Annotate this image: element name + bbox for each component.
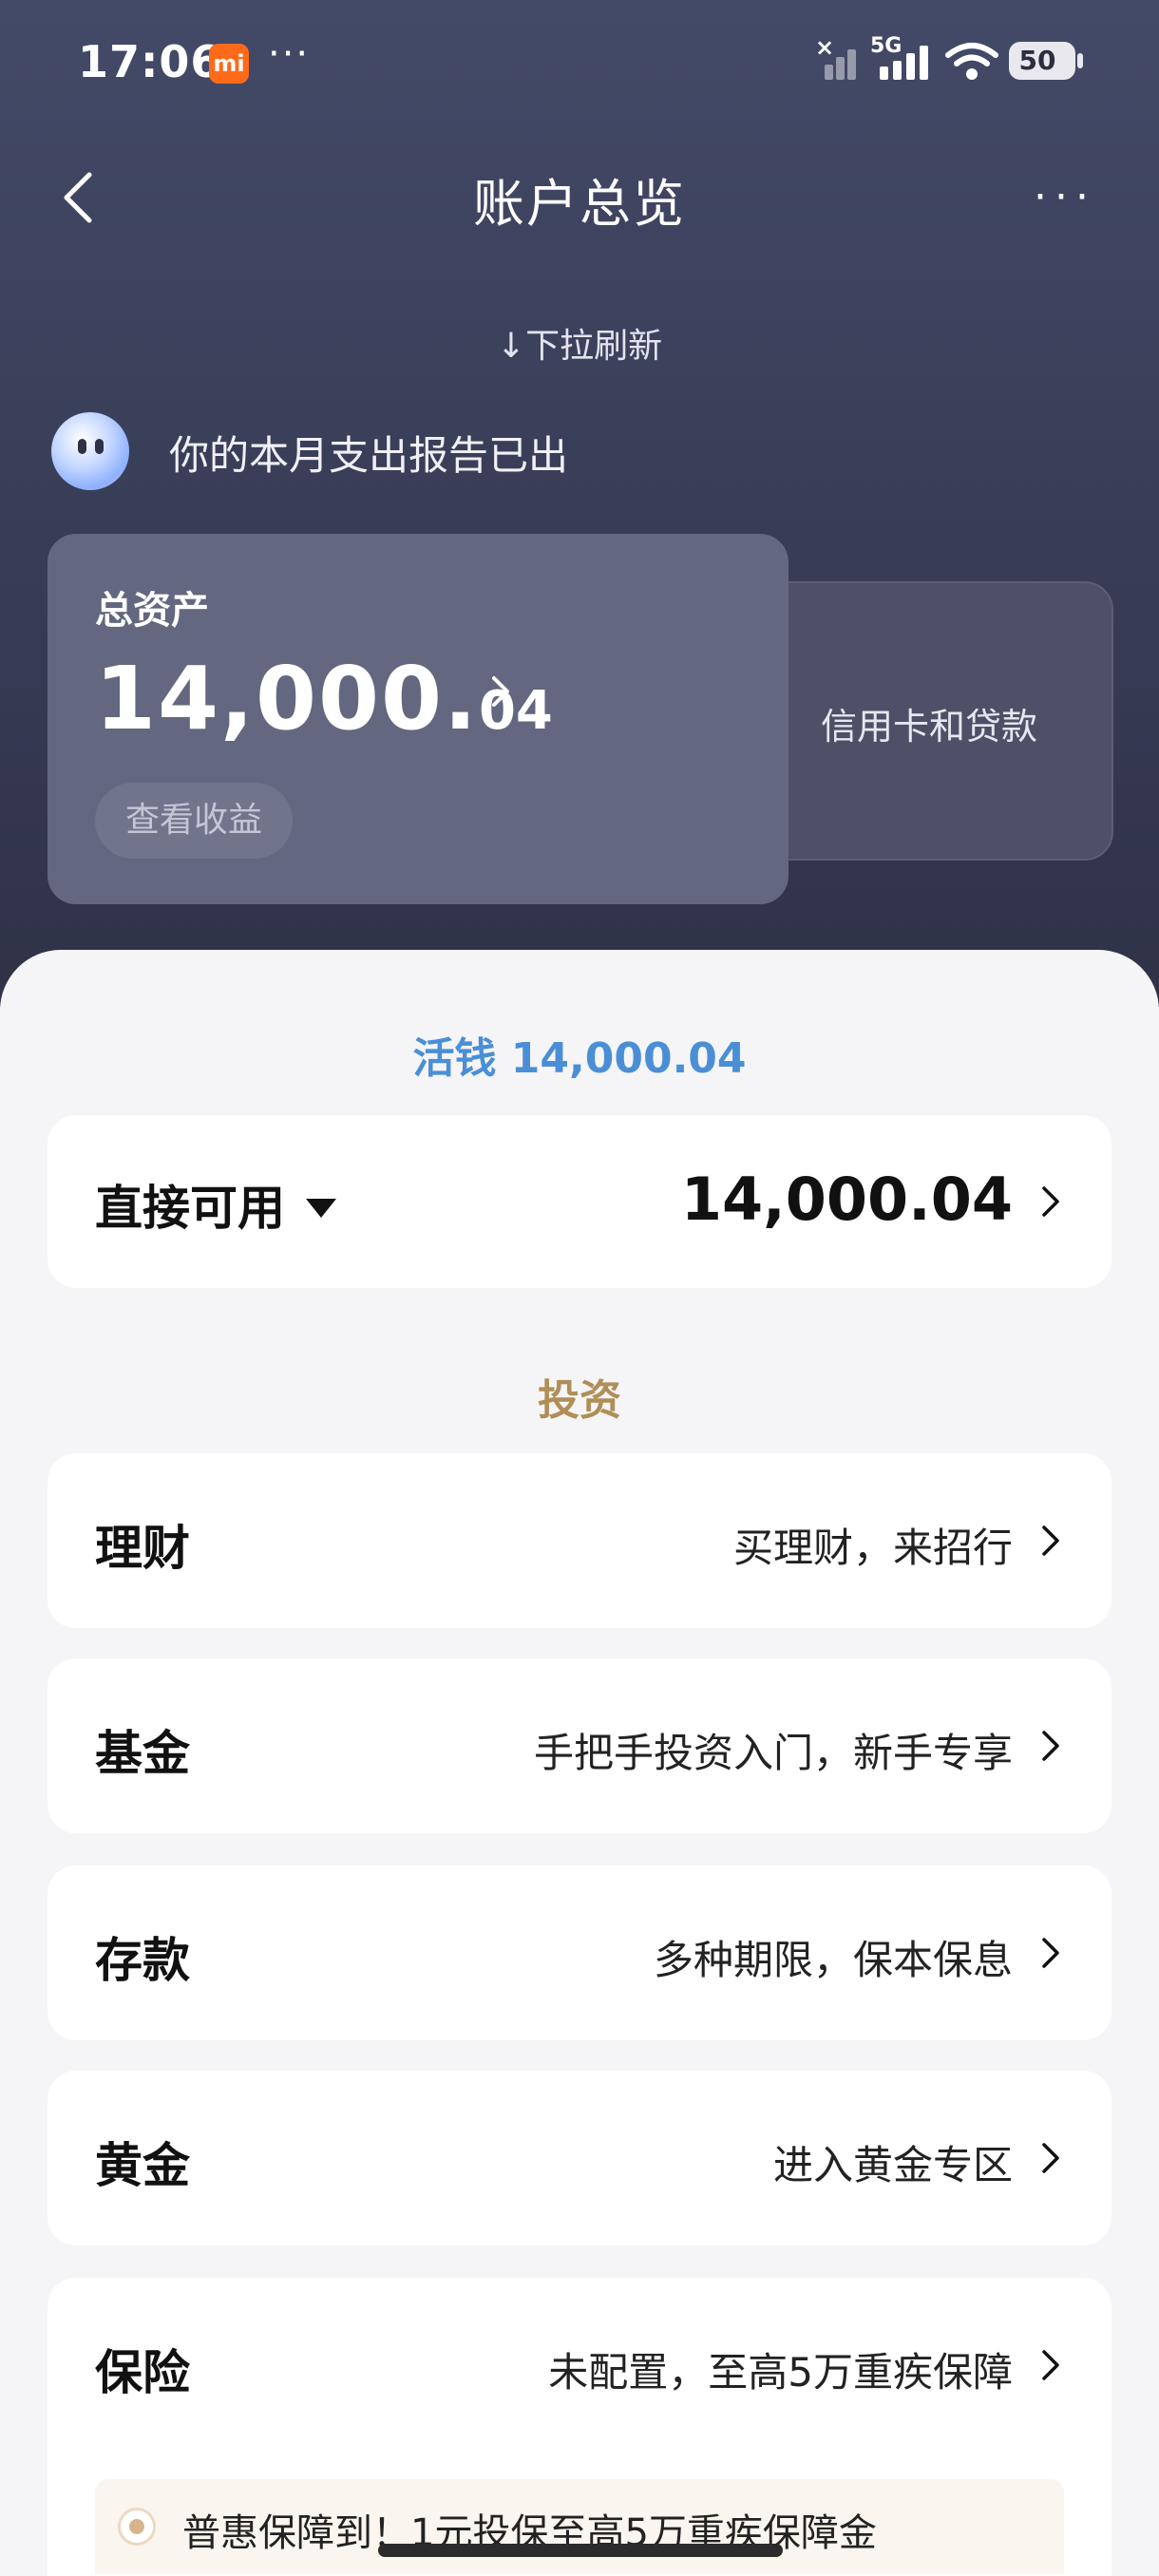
wifi-icon bbox=[945, 43, 998, 80]
list-item-deposit[interactable]: 存款 多种期限，保本保息 bbox=[48, 1866, 1112, 2040]
insurance-promo-banner[interactable]: 普惠保障到！1元投保至高5万重疾保障金 bbox=[95, 2479, 1064, 2574]
avatar-eye bbox=[95, 439, 104, 454]
accounts-sheet: 活钱 14,000.04 直接可用 14,000.04 投资 理财 买理财，来招… bbox=[0, 950, 1159, 2576]
battery-level: 50 bbox=[1018, 45, 1056, 76]
chevron-right-icon[interactable] bbox=[1039, 1934, 1062, 1972]
status-time: 17:06 bbox=[78, 36, 222, 87]
more-dots-icon[interactable]: ··· bbox=[1034, 173, 1096, 221]
available-funds-row[interactable]: 直接可用 14,000.04 bbox=[48, 1115, 1112, 1288]
chevron-right-icon[interactable] bbox=[1039, 1522, 1062, 1560]
avatar-eye bbox=[78, 439, 86, 454]
chevron-right-icon[interactable] bbox=[1039, 2346, 1062, 2384]
mi-app-icon: mi bbox=[209, 44, 249, 84]
assistant-avatar[interactable] bbox=[51, 412, 129, 490]
amount-integer: 14,000. bbox=[95, 648, 479, 749]
page-title: 账户总览 bbox=[473, 174, 686, 234]
view-earnings-button[interactable]: 查看收益 bbox=[95, 783, 294, 859]
signal-empty-icon bbox=[815, 46, 863, 80]
caret-down-icon[interactable] bbox=[306, 1198, 336, 1218]
chevron-right-icon[interactable] bbox=[1039, 1727, 1062, 1765]
list-item-label: 存款 bbox=[95, 1933, 190, 1988]
available-funds-value: 14,000.04 bbox=[680, 1165, 1013, 1234]
list-item-wealth[interactable]: 理财 买理财，来招行 bbox=[48, 1453, 1112, 1628]
list-item-label: 黄金 bbox=[95, 2138, 190, 2193]
list-item-value: 买理财，来招行 bbox=[732, 1525, 1013, 1571]
list-item-gold[interactable]: 黄金 进入黄金专区 bbox=[48, 2071, 1112, 2245]
available-funds-label[interactable]: 直接可用 bbox=[95, 1170, 336, 1239]
list-item-value: 多种期限，保本保息 bbox=[653, 1937, 1013, 1983]
status-bar: 17:06 mi ··· × 5G 50 bbox=[0, 0, 1159, 123]
credit-loan-label: 信用卡和贷款 bbox=[821, 706, 1038, 748]
credit-loan-card[interactable]: 信用卡和贷款 bbox=[779, 581, 1113, 861]
list-item-value: 未配置，至高5万重疾保障 bbox=[548, 2349, 1013, 2396]
liquid-section-title: 活钱 14,000.04 bbox=[412, 1034, 747, 1083]
chevron-right-icon[interactable] bbox=[1039, 1183, 1062, 1221]
status-more-icon: ··· bbox=[268, 32, 311, 76]
pull-to-refresh-hint: ↓下拉刷新 bbox=[496, 327, 663, 366]
total-assets-label: 总资产 bbox=[95, 589, 209, 633]
signal-icon bbox=[868, 46, 935, 80]
battery-tip bbox=[1077, 53, 1083, 68]
list-item-label: 理财 bbox=[95, 1521, 190, 1576]
list-item-fund[interactable]: 基金 手把手投资入门，新手专享 bbox=[48, 1658, 1112, 1833]
list-item-value: 进入黄金专区 bbox=[772, 2142, 1013, 2188]
list-item-label: 保险 bbox=[95, 2345, 190, 2400]
list-item-value: 手把手投资入门，新手专享 bbox=[533, 1730, 1013, 1776]
radio-dot-icon bbox=[118, 2508, 156, 2546]
home-indicator[interactable] bbox=[378, 2544, 783, 2557]
list-item-label: 基金 bbox=[95, 1726, 190, 1781]
chevron-right-icon[interactable] bbox=[486, 669, 517, 714]
chevron-right-icon[interactable] bbox=[1039, 2139, 1062, 2177]
spending-report-notice[interactable]: 你的本月支出报告已出 bbox=[169, 424, 568, 482]
available-funds-text: 直接可用 bbox=[95, 1181, 285, 1236]
investment-section-title: 投资 bbox=[538, 1376, 621, 1425]
total-assets-amount[interactable]: 14,000.04 bbox=[95, 648, 553, 749]
list-item-insurance[interactable]: 保险 未配置，至高5万重疾保障 普惠保障到！1元投保至高5万重疾保障金 bbox=[48, 2278, 1112, 2576]
total-assets-card[interactable]: 总资产 14,000.04 查看收益 bbox=[48, 534, 788, 904]
